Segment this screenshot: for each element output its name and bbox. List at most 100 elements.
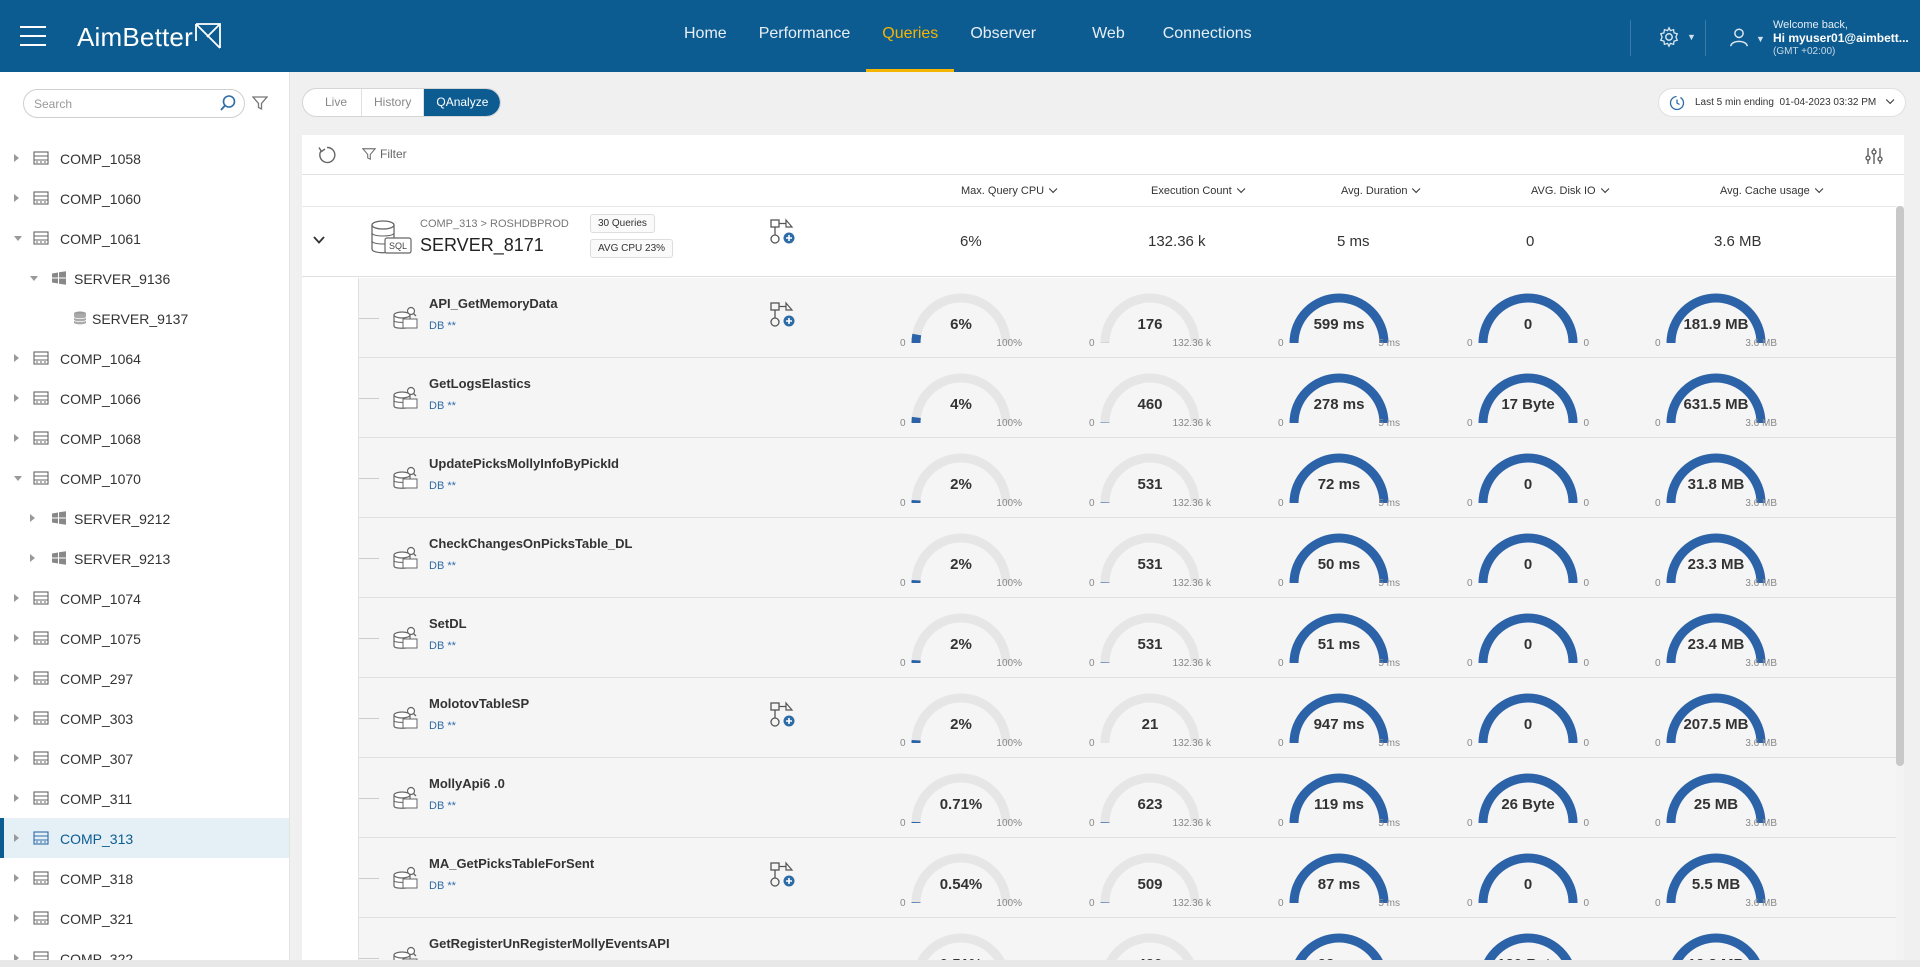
query-db[interactable]: DB ** [429,320,456,332]
sidebar-item-server_9136[interactable]: SERVER_9136 [0,258,289,298]
nav-connections[interactable]: Connections [1147,0,1268,72]
execution-plan-icon[interactable] [769,701,797,729]
query-db[interactable]: DB ** [429,800,456,812]
chevron-right-icon[interactable] [14,834,19,842]
chevron-right-icon[interactable] [14,914,19,922]
sidebar-item-comp_313[interactable]: COMP_313 [0,818,289,858]
refresh-icon[interactable] [317,145,337,165]
user-icon[interactable] [1728,26,1750,48]
chevron-right-icon[interactable] [30,554,35,562]
chevron-down-icon[interactable] [14,236,22,241]
nav-home[interactable]: Home [668,0,743,72]
chevron-right-icon[interactable] [14,874,19,882]
sidebar-item-comp_321[interactable]: COMP_321 [0,898,289,938]
time-range-selector[interactable]: Last 5 min ending 01-04-2023 03:32 PM [1657,88,1906,117]
query-name[interactable]: SetDL [429,616,467,631]
horizontal-scrollbar[interactable] [0,960,1920,967]
sidebar-item-comp_318[interactable]: COMP_318 [0,858,289,898]
query-name[interactable]: MolotovTableSP [429,696,529,711]
nav-web[interactable]: Web [1076,0,1147,72]
sidebar-item-comp_1075[interactable]: COMP_1075 [0,618,289,658]
chevron-right-icon[interactable] [14,634,19,642]
query-name[interactable]: GetLogsElastics [429,376,531,391]
sidebar-item-server_9137[interactable]: SERVER_9137 [0,298,289,338]
chevron-right-icon[interactable] [14,794,19,802]
query-name[interactable]: API_GetMemoryData [429,296,558,311]
query-db[interactable]: DB ** [429,400,456,412]
server-name[interactable]: SERVER_8171 [420,235,544,256]
menu-icon[interactable] [20,26,46,46]
column-settings-icon[interactable] [1864,146,1884,166]
query-row[interactable]: MollyApi6 .0 DB ** 0.71% 0 100% 623 0 132.36 k 1… [359,758,1896,838]
sidebar-item-server_9213[interactable]: SERVER_9213 [0,538,289,578]
query-db[interactable]: DB ** [429,480,456,492]
sidebar-item-comp_1061[interactable]: COMP_1061 [0,218,289,258]
execution-plan-icon[interactable] [769,301,797,329]
sidebar-item-comp_311[interactable]: COMP_311 [0,778,289,818]
query-db[interactable]: DB ** [429,640,456,652]
column-header-3[interactable]: AVG. Disk IO [1531,184,1609,197]
execution-plan-icon[interactable] [769,218,797,246]
chevron-down-icon[interactable]: ▼ [1687,32,1696,42]
query-row[interactable]: MA_GetPicksTableForSent DB ** 0.54% 0 100% 50… [359,838,1896,918]
chevron-right-icon[interactable] [14,674,19,682]
column-header-1[interactable]: Execution Count [1151,184,1246,197]
nav-observer[interactable]: Observer [954,0,1076,72]
chevron-right-icon[interactable] [30,514,35,522]
query-name[interactable]: GetRegisterUnRegisterMollyEventsAPI [429,936,670,951]
query-db[interactable]: DB ** [429,880,456,892]
tab-qanalyze[interactable]: QAnalyze [424,89,501,116]
filter-button[interactable]: Filter [362,147,407,161]
nav-queries[interactable]: Queries [866,0,955,72]
user-greeting[interactable]: Welcome back, Hi myuser01@aimbett... (GM… [1773,19,1909,58]
execution-plan-icon[interactable] [769,861,797,889]
chevron-right-icon[interactable] [14,354,19,362]
sidebar-item-comp_1058[interactable]: COMP_1058 [0,138,289,178]
chevron-right-icon[interactable] [14,594,19,602]
query-row[interactable]: CheckChangesOnPicksTable_DL DB ** 2% 0 100% 5… [359,518,1896,598]
vertical-scrollbar[interactable] [1896,206,1904,967]
column-header-4[interactable]: Avg. Cache usage [1720,184,1824,197]
gear-icon[interactable] [1658,26,1680,48]
chevron-right-icon[interactable] [14,394,19,402]
query-name[interactable]: MollyApi6 .0 [429,776,505,791]
query-row[interactable]: UpdatePicksMollyInfoByPickId DB ** 2% 0 100%… [359,438,1896,518]
query-row[interactable]: API_GetMemoryData DB ** 6% 0 100% 176 0 132.36 … [359,278,1896,358]
sidebar-item-comp_1070[interactable]: COMP_1070 [0,458,289,498]
filter-icon[interactable] [252,95,268,111]
query-name[interactable]: MA_GetPicksTableForSent [429,856,594,871]
sidebar-item-comp_307[interactable]: COMP_307 [0,738,289,778]
column-header-0[interactable]: Max. Query CPU [961,184,1058,197]
sidebar-item-comp_303[interactable]: COMP_303 [0,698,289,738]
chevron-down-icon[interactable] [30,276,38,281]
search-icon[interactable] [219,94,237,112]
query-db[interactable]: DB ** [429,720,456,732]
chevron-right-icon[interactable] [14,714,19,722]
column-header-2[interactable]: Avg. Duration [1341,184,1421,197]
tab-live[interactable]: Live [303,89,363,116]
sidebar-item-comp_1066[interactable]: COMP_1066 [0,378,289,418]
query-row[interactable]: MolotovTableSP DB ** 2% 0 100% 21 0 132.36 k 947… [359,678,1896,758]
nav-performance[interactable]: Performance [743,0,867,72]
query-name[interactable]: CheckChangesOnPicksTable_DL [429,536,633,551]
chevron-right-icon[interactable] [14,434,19,442]
query-row[interactable]: GetLogsElastics DB ** 4% 0 100% 460 0 132.36 k 2… [359,358,1896,438]
search-input[interactable] [23,89,245,118]
sidebar-item-server_9212[interactable]: SERVER_9212 [0,498,289,538]
sidebar-item-comp_1074[interactable]: COMP_1074 [0,578,289,618]
chevron-right-icon[interactable] [14,154,19,162]
chevron-right-icon[interactable] [14,754,19,762]
sidebar-item-comp_1060[interactable]: COMP_1060 [0,178,289,218]
sidebar-item-comp_1064[interactable]: COMP_1064 [0,338,289,378]
chevron-down-icon[interactable] [312,233,326,247]
query-name[interactable]: UpdatePicksMollyInfoByPickId [429,456,619,471]
sidebar-item-comp_297[interactable]: COMP_297 [0,658,289,698]
chevron-down-icon[interactable]: ▼ [1756,34,1765,44]
query-db[interactable]: DB ** [429,560,456,572]
scrollbar-thumb[interactable] [1896,206,1904,766]
chevron-right-icon[interactable] [14,194,19,202]
chevron-down-icon[interactable] [14,476,22,481]
sidebar-item-comp_1068[interactable]: COMP_1068 [0,418,289,458]
query-row[interactable]: SetDL DB ** 2% 0 100% 531 0 132.36 k 51 ms 0 5 ms 0… [359,598,1896,678]
server-path[interactable]: COMP_313 > ROSHDBPROD [420,218,569,230]
